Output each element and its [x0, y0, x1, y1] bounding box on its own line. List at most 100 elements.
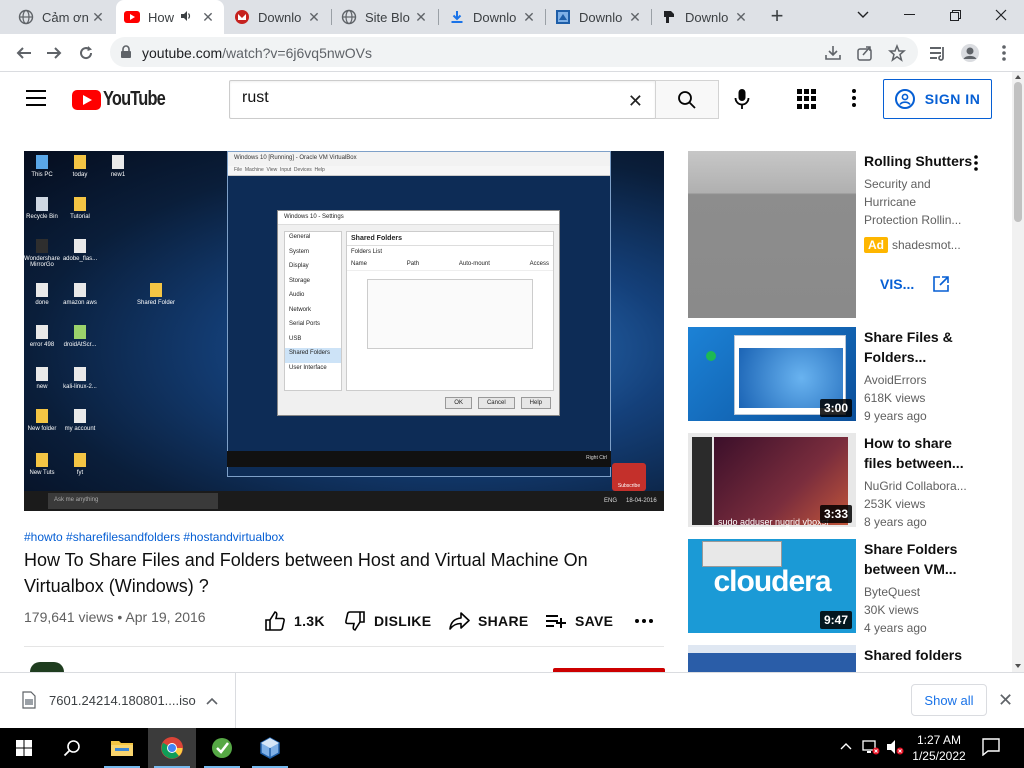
show-all-button[interactable]: Show all — [911, 684, 987, 716]
video-thumbnail[interactable]: sudo adduser nugrid vboxsf 3:33 — [688, 433, 856, 527]
close-icon[interactable]: ✕ — [90, 9, 106, 26]
recommended-video[interactable]: 3:00 Share Files & Folders... AvoidError… — [688, 327, 998, 427]
taskbar-chrome[interactable] — [148, 728, 196, 768]
share-button[interactable]: SHARE — [448, 606, 529, 636]
ad-card[interactable]: Rolling Shutters Security and Hurricane … — [688, 151, 998, 319]
video-title[interactable]: Shared folders — [864, 645, 974, 665]
new-tab-button[interactable]: + — [764, 4, 790, 30]
scroll-up-icon[interactable] — [1015, 75, 1021, 79]
video-player[interactable]: This PC Recycle Bin Wondershare MirrorGo… — [24, 151, 664, 511]
volume-muted-icon[interactable] — [886, 739, 904, 755]
ad-thumbnail[interactable] — [688, 151, 856, 318]
more-actions-icon[interactable] — [634, 606, 662, 636]
scrollbar-thumb[interactable] — [1014, 82, 1022, 222]
minimize-button[interactable] — [886, 0, 932, 30]
like-button[interactable]: 1.3K — [264, 606, 325, 636]
recommended-video[interactable]: cloudera 9:47 Share Folders between VM..… — [688, 539, 998, 639]
channel-avatar[interactable] — [30, 662, 64, 672]
video-title[interactable]: How to share files between... — [864, 433, 974, 473]
lock-icon[interactable] — [120, 45, 132, 64]
hashtags[interactable]: #howto #sharefilesandfolders #hostandvir… — [24, 530, 284, 544]
tab-rust[interactable]: Downlo ✕ — [653, 0, 757, 34]
youtube-icon — [124, 9, 140, 25]
channel-name[interactable]: NuGrid Collabora... — [864, 479, 967, 493]
system-clock[interactable]: 1:27 AM 1/25/2022 — [905, 732, 973, 764]
subscribe-watermark[interactable]: Subscribe — [612, 463, 646, 491]
back-button[interactable] — [10, 39, 38, 67]
video-thumbnail[interactable]: cloudera 9:47 — [688, 539, 856, 633]
sign-in-button[interactable]: SIGN IN — [883, 79, 992, 119]
taskbar-virtualbox[interactable] — [246, 728, 294, 768]
video-duration: 3:33 — [819, 505, 852, 523]
settings-item: User Interface — [289, 364, 327, 371]
video-thumbnail[interactable]: 3:00 — [688, 327, 856, 421]
omnibox[interactable]: youtube.com/watch?v=6j6vq5nwOVs — [110, 37, 918, 67]
channel-name[interactable]: ByteQuest — [864, 585, 920, 599]
info-divider — [24, 646, 664, 647]
column-automount: Auto-mount — [458, 261, 490, 267]
taskbar-app-green[interactable] — [198, 728, 246, 768]
tab-virtualbox[interactable]: Downlo ✕ — [547, 0, 651, 34]
close-icon[interactable]: ✕ — [521, 9, 537, 26]
close-icon[interactable]: ✕ — [413, 9, 429, 26]
bookmark-star-icon[interactable] — [888, 43, 906, 62]
search-button[interactable] — [655, 80, 719, 119]
tab-search-button[interactable] — [840, 0, 886, 30]
search-box[interactable]: ✕ — [229, 80, 656, 119]
hamburger-menu-icon[interactable] — [26, 90, 46, 106]
tab-separator — [545, 9, 546, 25]
tab-youtube[interactable]: How ✕ — [116, 0, 224, 34]
network-icon[interactable] — [862, 739, 880, 755]
video-title[interactable]: Share Folders between VM... — [864, 539, 974, 579]
share-icon[interactable] — [856, 44, 874, 62]
video-title[interactable]: Share Files & Folders... — [864, 327, 974, 367]
taskbar-search-button[interactable] — [48, 728, 96, 768]
close-window-button[interactable] — [978, 0, 1024, 30]
upload-age: 4 years ago — [864, 621, 927, 635]
restore-button[interactable] — [932, 0, 978, 30]
channel-name[interactable]: AvoidErrors — [864, 373, 926, 387]
start-button[interactable] — [0, 728, 48, 768]
virtualbox-icon — [555, 9, 571, 25]
desktop-icon: Tutorial — [56, 197, 104, 220]
reload-button[interactable] — [72, 39, 100, 67]
upload-age: 9 years ago — [864, 409, 927, 423]
save-button[interactable]: SAVE — [545, 606, 613, 636]
install-icon[interactable] — [824, 44, 842, 62]
youtube-logo[interactable]: YouTube — [72, 88, 179, 111]
close-icon[interactable]: ✕ — [200, 9, 216, 26]
recommended-video[interactable]: sudo adduser nugrid vboxsf 3:33 How to s… — [688, 433, 998, 533]
tab-cam-on[interactable]: Cảm ơn ✕ — [10, 0, 114, 34]
taskbar-file-explorer[interactable] — [98, 728, 146, 768]
ad-menu-icon[interactable] — [974, 155, 978, 176]
clear-search-icon[interactable]: ✕ — [628, 91, 643, 112]
close-icon[interactable]: ✕ — [733, 9, 749, 26]
close-download-bar-icon[interactable]: ✕ — [998, 690, 1013, 711]
ad-title[interactable]: Rolling Shutters — [864, 151, 974, 171]
action-center-icon[interactable] — [982, 738, 1000, 756]
tab-gmail[interactable]: Downlo ✕ — [226, 0, 330, 34]
speaker-icon[interactable] — [180, 10, 192, 25]
show-hidden-icons-icon[interactable] — [840, 742, 852, 750]
scroll-down-icon[interactable] — [1015, 664, 1021, 668]
dislike-button[interactable]: DISLIKE — [344, 606, 431, 636]
apps-grid-icon[interactable] — [797, 89, 817, 109]
ad-sponsor: Ad shadesmot... — [864, 237, 961, 253]
video-thumbnail[interactable] — [688, 645, 856, 672]
close-icon[interactable]: ✕ — [627, 9, 643, 26]
forward-button[interactable] — [40, 39, 68, 67]
chevron-up-icon[interactable] — [206, 697, 218, 705]
search-input[interactable] — [242, 89, 612, 107]
voice-search-button[interactable] — [734, 88, 750, 115]
tab-site-block[interactable]: Site Blo ✕ — [333, 0, 437, 34]
tab-download-1[interactable]: Downlo ✕ — [441, 0, 545, 34]
recommended-video[interactable]: Shared folders — [688, 645, 998, 672]
profile-icon[interactable] — [960, 43, 980, 63]
settings-more-icon[interactable] — [852, 89, 858, 110]
close-icon[interactable]: ✕ — [306, 9, 322, 26]
page-scrollbar[interactable] — [1012, 72, 1024, 672]
download-item[interactable]: 7601.24214.180801....iso — [0, 673, 236, 728]
chrome-menu-icon[interactable] — [994, 43, 1014, 63]
ad-visit-button[interactable]: VIS... — [864, 275, 950, 293]
media-control-icon[interactable] — [928, 43, 948, 63]
